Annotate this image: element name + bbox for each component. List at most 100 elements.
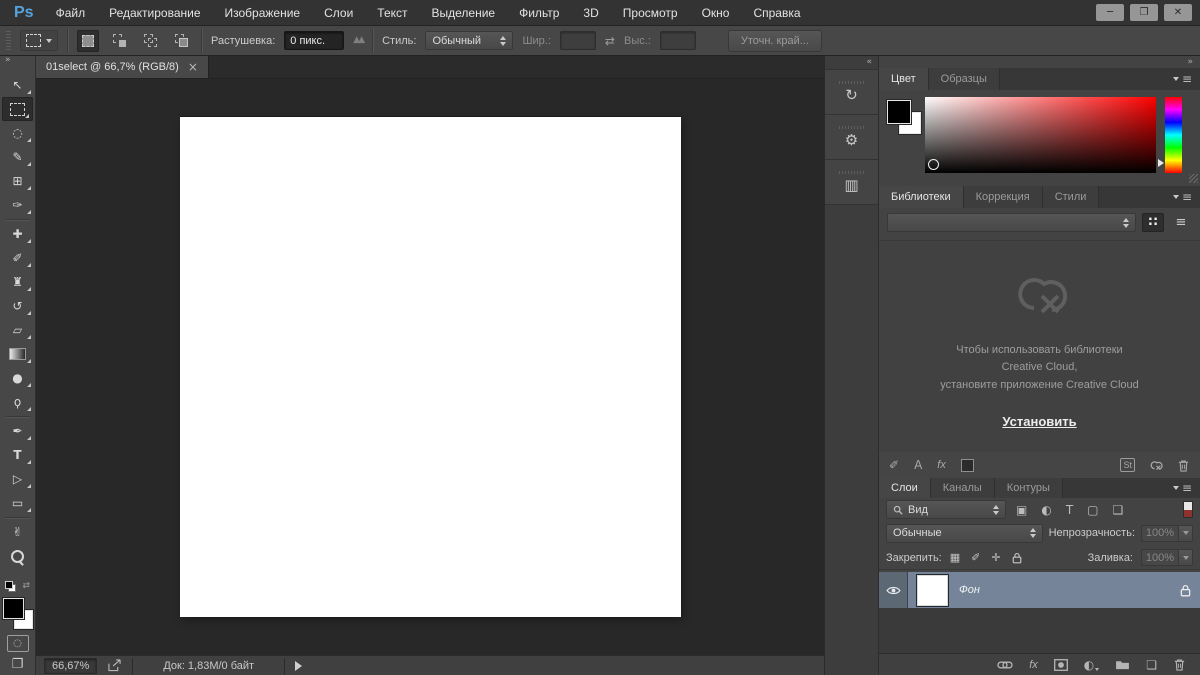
lock-position-icon[interactable]: ✛ [991, 552, 1000, 563]
color-field-marker[interactable] [928, 159, 939, 170]
delete-icon[interactable] [1177, 459, 1190, 472]
foreground-color-well[interactable] [887, 100, 911, 124]
tab-color[interactable]: Цвет [879, 68, 929, 90]
fill-value[interactable]: 100% [1141, 549, 1179, 566]
history-brush-tool[interactable]: ↺ [0, 294, 35, 318]
toolbar-header[interactable]: » [0, 56, 35, 73]
panel-menu-button[interactable]: ≡ [1173, 478, 1200, 498]
panel-menu-button[interactable]: ≡ [1173, 68, 1200, 90]
layer-thumbnail[interactable] [917, 575, 948, 606]
gradient-tool[interactable] [0, 342, 35, 366]
layer-filter-select[interactable]: Вид [886, 500, 1006, 519]
eraser-tool[interactable]: ▱ [0, 318, 35, 342]
menu-image[interactable]: Изображение [213, 6, 313, 20]
tab-libraries[interactable]: Библиотеки [879, 186, 964, 208]
filter-shape-layers-icon[interactable]: ▢ [1087, 504, 1098, 516]
add-layer-mask-icon[interactable] [1054, 659, 1068, 671]
minimize-button[interactable]: ─ [1096, 4, 1124, 21]
filter-pixel-layers-icon[interactable]: ▣ [1016, 504, 1027, 516]
subtract-from-selection-button[interactable] [139, 30, 161, 52]
collapse-left-icon[interactable]: « [866, 58, 872, 67]
quick-mask-button[interactable]: ◌ [7, 635, 29, 652]
lasso-tool[interactable]: ◌ [0, 121, 35, 145]
layer-style-icon[interactable]: fx [1029, 659, 1038, 671]
swap-dimensions-icon[interactable]: ⇄ [605, 35, 615, 47]
tab-layers[interactable]: Слои [879, 478, 931, 498]
panel-resize-grip[interactable] [1189, 174, 1198, 183]
opacity-dropdown-button[interactable] [1179, 525, 1193, 542]
hand-tool[interactable]: ✌ [0, 520, 35, 544]
blend-mode-select[interactable]: Обычные [886, 524, 1043, 543]
foreground-color-swatch[interactable] [3, 598, 24, 619]
hue-slider[interactable] [1165, 97, 1182, 173]
fill-dropdown-button[interactable] [1179, 549, 1193, 566]
rectangular-marquee-tool[interactable] [2, 97, 33, 121]
collapse-arrows-icon[interactable]: » [0, 56, 35, 65]
menu-window[interactable]: Окно [690, 6, 742, 20]
grid-view-button[interactable]: ∷ [1142, 213, 1164, 232]
move-tool[interactable]: ↖ [0, 73, 35, 97]
rectangle-tool[interactable]: ▭ [0, 491, 35, 515]
add-layer-style-icon[interactable]: fx [937, 459, 946, 471]
stock-badge[interactable]: St [1120, 458, 1135, 472]
lock-image-pixels-icon[interactable]: ✐ [971, 552, 980, 563]
opacity-control[interactable]: 100% [1141, 525, 1193, 542]
close-button[interactable]: ✕ [1164, 4, 1192, 21]
clone-stamp-tool[interactable]: ♜ [0, 270, 35, 294]
collapse-right-icon[interactable]: » [1187, 58, 1193, 67]
zoom-level-field[interactable]: 66,67% [44, 658, 97, 674]
restore-button[interactable]: ❐ [1130, 4, 1158, 21]
layer-visibility-toggle[interactable] [879, 572, 908, 608]
height-input[interactable] [660, 31, 696, 50]
link-layers-icon[interactable] [997, 661, 1013, 669]
eyedropper-tool[interactable]: ✑ [0, 193, 35, 217]
panel-menu-button[interactable]: ≡ [1173, 186, 1200, 208]
saturation-brightness-field[interactable] [925, 97, 1156, 173]
intersect-selection-button[interactable] [170, 30, 192, 52]
refine-edge-button[interactable]: Уточн. край... [728, 30, 822, 52]
menu-type[interactable]: Текст [365, 6, 419, 20]
document-canvas[interactable] [180, 117, 681, 617]
style-select[interactable]: Обычный [425, 31, 513, 50]
add-to-selection-button[interactable] [108, 30, 130, 52]
layer-row-background[interactable]: Фон [879, 572, 1200, 608]
menu-3d[interactable]: 3D [571, 6, 610, 20]
filter-adjustment-layers-icon[interactable]: ◐ [1041, 504, 1051, 516]
install-link[interactable]: Установить [1002, 414, 1076, 429]
feather-input[interactable]: 0 пикс. [284, 31, 344, 50]
filter-toggle-switch[interactable] [1183, 501, 1193, 518]
dodge-tool[interactable]: ϙ [0, 390, 35, 414]
properties-panel-button[interactable]: ⚙ [825, 115, 878, 160]
pen-tool[interactable]: ✒ [0, 419, 35, 443]
list-view-button[interactable]: ≡ [1170, 213, 1192, 232]
options-grip[interactable] [6, 31, 11, 51]
menu-file[interactable]: Файл [44, 6, 98, 20]
history-panel-button[interactable]: ↻ [825, 70, 878, 115]
brush-tool[interactable]: ✐ [0, 246, 35, 270]
default-colors-icon[interactable] [5, 581, 16, 592]
blur-tool[interactable]: ● [0, 366, 35, 390]
path-selection-tool[interactable]: ▷ [0, 467, 35, 491]
new-selection-button[interactable] [77, 30, 99, 52]
menu-layers[interactable]: Слои [312, 6, 365, 20]
add-character-style-icon[interactable]: А [914, 459, 922, 471]
menu-filter[interactable]: Фильтр [507, 6, 571, 20]
menu-view[interactable]: Просмотр [611, 6, 690, 20]
tab-channels[interactable]: Каналы [931, 478, 995, 498]
tab-close-icon[interactable]: × [188, 61, 198, 73]
status-menu-arrow-icon[interactable] [295, 661, 302, 671]
spot-healing-brush-tool[interactable]: ✚ [0, 222, 35, 246]
delete-layer-icon[interactable] [1173, 658, 1186, 671]
lock-transparent-pixels-icon[interactable]: ▦ [950, 552, 960, 563]
tab-swatches[interactable]: Образцы [929, 68, 1000, 90]
swap-colors-icon[interactable]: ⇄ [22, 582, 30, 591]
lock-all-icon[interactable] [1012, 552, 1022, 564]
filter-smart-object-icon[interactable]: ❏ [1113, 504, 1124, 516]
screen-mode-button[interactable]: ❐ [12, 658, 24, 671]
new-adjustment-layer-icon[interactable]: ◐ [1084, 659, 1099, 671]
device-preview-panel-button[interactable]: ▥ [825, 160, 878, 205]
tool-preset-picker[interactable] [20, 30, 58, 51]
new-group-icon[interactable] [1115, 659, 1130, 670]
zoom-tool[interactable] [0, 544, 35, 568]
library-select[interactable] [887, 213, 1136, 232]
